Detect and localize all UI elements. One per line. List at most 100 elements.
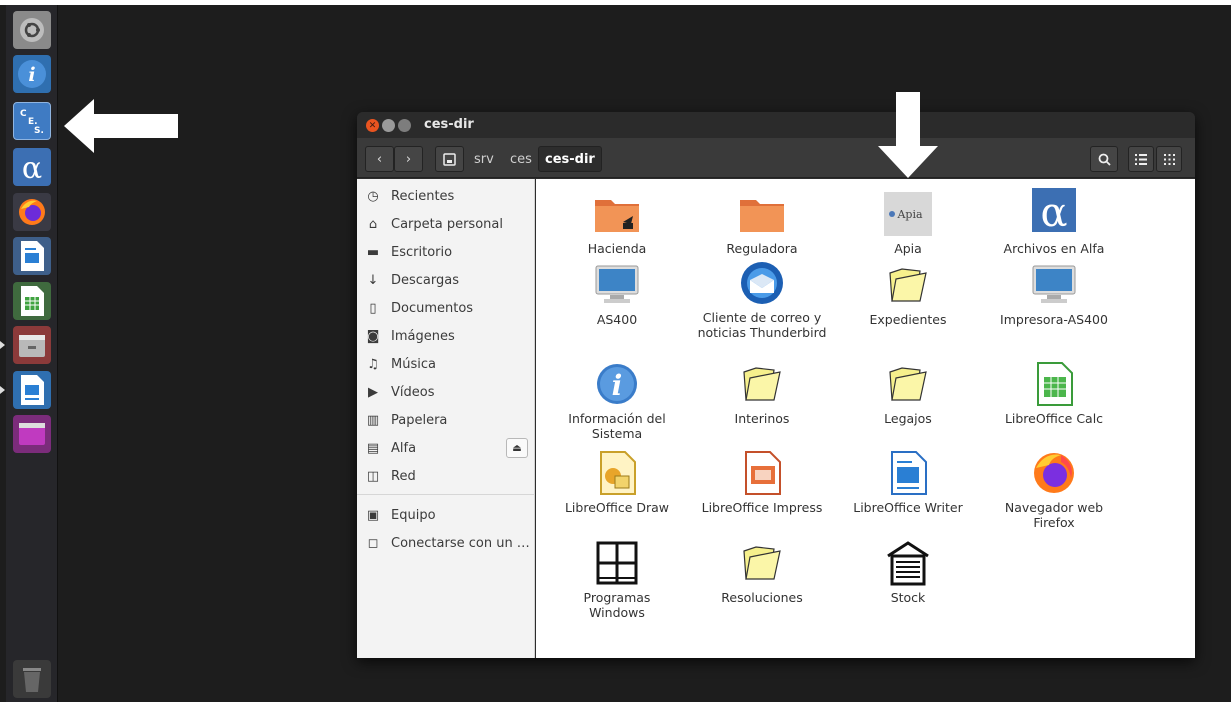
sidebar-item-videos[interactable]: ▶ Vídeos <box>357 379 535 405</box>
minimize-button[interactable] <box>382 119 395 132</box>
folder-link-icon <box>593 190 641 238</box>
info-icon[interactable]: i <box>13 55 51 93</box>
file-item-expedientes[interactable]: Expedientes <box>833 261 983 327</box>
forward-button[interactable]: › <box>394 146 423 172</box>
document-icon: ▯ <box>369 300 377 316</box>
sidebar-item-label: Carpeta personal <box>391 216 503 232</box>
file-label: Reguladora <box>726 241 798 256</box>
alfa-icon[interactable]: α <box>13 148 51 186</box>
file-label: Legajos <box>884 411 932 426</box>
sidebar-item-label: Descargas <box>391 272 460 288</box>
sidebar-item-label: Conectarse con un … <box>391 535 530 551</box>
folder-open-icon <box>738 539 786 587</box>
trash-icon[interactable] <box>13 660 51 698</box>
svg-text:i: i <box>28 64 35 86</box>
libreoffice-impress-icon <box>738 449 786 497</box>
file-item-libreoffice-calc[interactable]: LibreOffice Calc <box>979 360 1129 426</box>
file-item-interinos[interactable]: Interinos <box>687 360 837 426</box>
apia-logo-text: Apia <box>896 208 923 221</box>
terminal-icon[interactable] <box>13 415 51 453</box>
file-label: Información del Sistema <box>568 411 666 441</box>
libreoffice-writer-icon[interactable] <box>13 237 51 275</box>
file-manager-icon[interactable] <box>0 326 51 364</box>
ces-app-icon[interactable]: C E. S. <box>13 102 51 140</box>
root-crumb-button[interactable] <box>435 146 464 172</box>
file-item-libreoffice-draw[interactable]: LibreOffice Draw <box>542 449 692 515</box>
libreoffice-impress-icon[interactable] <box>0 371 51 409</box>
sidebar-item-label: Red <box>391 468 416 484</box>
sidebar-item-recientes[interactable]: ◷ Recientes <box>357 183 535 209</box>
file-label: LibreOffice Writer <box>853 500 963 515</box>
file-item-thunderbird[interactable]: Cliente de correo y noticias Thunderbird <box>687 259 837 340</box>
toolbar: ‹ › srv ces ces-dir <box>357 138 1195 178</box>
file-label: Impresora-AS400 <box>1000 312 1108 327</box>
file-item-libreoffice-impress[interactable]: LibreOffice Impress <box>687 449 837 515</box>
file-item-resoluciones[interactable]: Resoluciones <box>687 539 837 605</box>
sidebar-item-label: Recientes <box>391 188 455 204</box>
file-item-apia[interactable]: Apia Apia <box>833 190 983 256</box>
thunderbird-icon <box>738 259 786 307</box>
titlebar: ✕ ces-dir <box>357 112 1195 138</box>
chevron-right-icon: › <box>405 151 412 167</box>
back-button[interactable]: ‹ <box>365 146 394 172</box>
sidebar-item-carpeta-personal[interactable]: ⌂ Carpeta personal <box>357 211 535 237</box>
file-label: Cliente de correo y noticias Thunderbird <box>697 310 827 340</box>
file-label: Expedientes <box>869 312 947 327</box>
file-item-firefox[interactable]: Navegador web Firefox <box>979 449 1129 530</box>
file-item-reguladora[interactable]: Reguladora <box>687 190 837 256</box>
monitor-icon <box>1030 261 1078 309</box>
search-button[interactable] <box>1090 146 1118 172</box>
breadcrumb-ces-dir[interactable]: ces-dir <box>538 146 602 172</box>
file-manager-window: ✕ ces-dir ‹ › srv ces ces-dir ◷ Recientes… <box>357 112 1195 658</box>
clock-icon: ◷ <box>367 188 379 204</box>
sidebar-item-escritorio[interactable]: ▬ Escritorio <box>357 239 535 265</box>
file-item-stock[interactable]: Stock <box>833 539 983 605</box>
sidebar-item-equipo[interactable]: ▣ Equipo <box>357 502 535 528</box>
file-label: LibreOffice Draw <box>564 500 670 515</box>
list-view-button[interactable] <box>1128 146 1154 172</box>
alpha-icon: α <box>1028 182 1080 238</box>
grid-view-button[interactable] <box>1156 146 1182 172</box>
libreoffice-calc-icon[interactable] <box>13 282 51 320</box>
file-item-programas-windows[interactable]: Programas Windows <box>542 539 692 620</box>
file-item-hacienda[interactable]: Hacienda <box>542 190 692 256</box>
file-label: Resoluciones <box>721 590 803 605</box>
sidebar-item-papelera[interactable]: ▥ Papelera <box>357 407 535 433</box>
info-icon: i <box>593 360 641 408</box>
sidebar-item-alfa[interactable]: ▤ Alfa ⏏ <box>357 435 535 461</box>
file-label: Programas Windows <box>583 590 651 620</box>
breadcrumb-srv[interactable]: srv <box>468 146 500 172</box>
places-sidebar: ◷ Recientes ⌂ Carpeta personal ▬ Escritorio… <box>357 179 535 658</box>
maximize-button[interactable] <box>398 119 411 132</box>
eject-button[interactable]: ⏏ <box>506 438 528 458</box>
file-item-archivos-en-alfa[interactable]: α Archivos en Alfa <box>979 182 1129 256</box>
breadcrumb-ces[interactable]: ces <box>504 146 538 172</box>
home-icon: ⌂ <box>368 216 378 232</box>
sidebar-item-red[interactable]: ◫ Red <box>357 463 535 489</box>
file-item-libreoffice-writer[interactable]: LibreOffice Writer <box>833 449 983 515</box>
sidebar-item-label: Papelera <box>391 412 448 428</box>
trash-icon: ▥ <box>366 412 380 428</box>
close-button[interactable]: ✕ <box>366 119 379 132</box>
download-icon: ↓ <box>367 272 379 288</box>
file-item-legajos[interactable]: Legajos <box>833 360 983 426</box>
drive-icon <box>443 152 456 166</box>
folder-open-icon <box>884 360 932 408</box>
left-pointer-arrow-icon <box>64 99 178 153</box>
file-label: Stock <box>890 590 926 605</box>
sidebar-item-musica[interactable]: ♫ Música <box>357 351 535 377</box>
music-icon: ♫ <box>367 356 379 372</box>
file-item-informacion-sistema[interactable]: i Información del Sistema <box>542 360 692 441</box>
sidebar-item-label: Vídeos <box>391 384 435 400</box>
ubuntu-dash-icon[interactable] <box>13 11 51 49</box>
sidebar-item-descargas[interactable]: ↓ Descargas <box>357 267 535 293</box>
firefox-icon[interactable] <box>13 193 51 231</box>
file-item-as400[interactable]: AS400 <box>542 261 692 327</box>
firefox-icon <box>1030 449 1078 497</box>
sidebar-item-conectarse[interactable]: ◻ Conectarse con un … <box>357 530 535 556</box>
svg-text:S.: S. <box>34 126 44 136</box>
network-icon: ◫ <box>366 468 380 484</box>
sidebar-item-documentos[interactable]: ▯ Documentos <box>357 295 535 321</box>
file-item-impresora-as400[interactable]: Impresora-AS400 <box>979 261 1129 327</box>
sidebar-item-imagenes[interactable]: ◙ Imágenes <box>357 323 535 349</box>
